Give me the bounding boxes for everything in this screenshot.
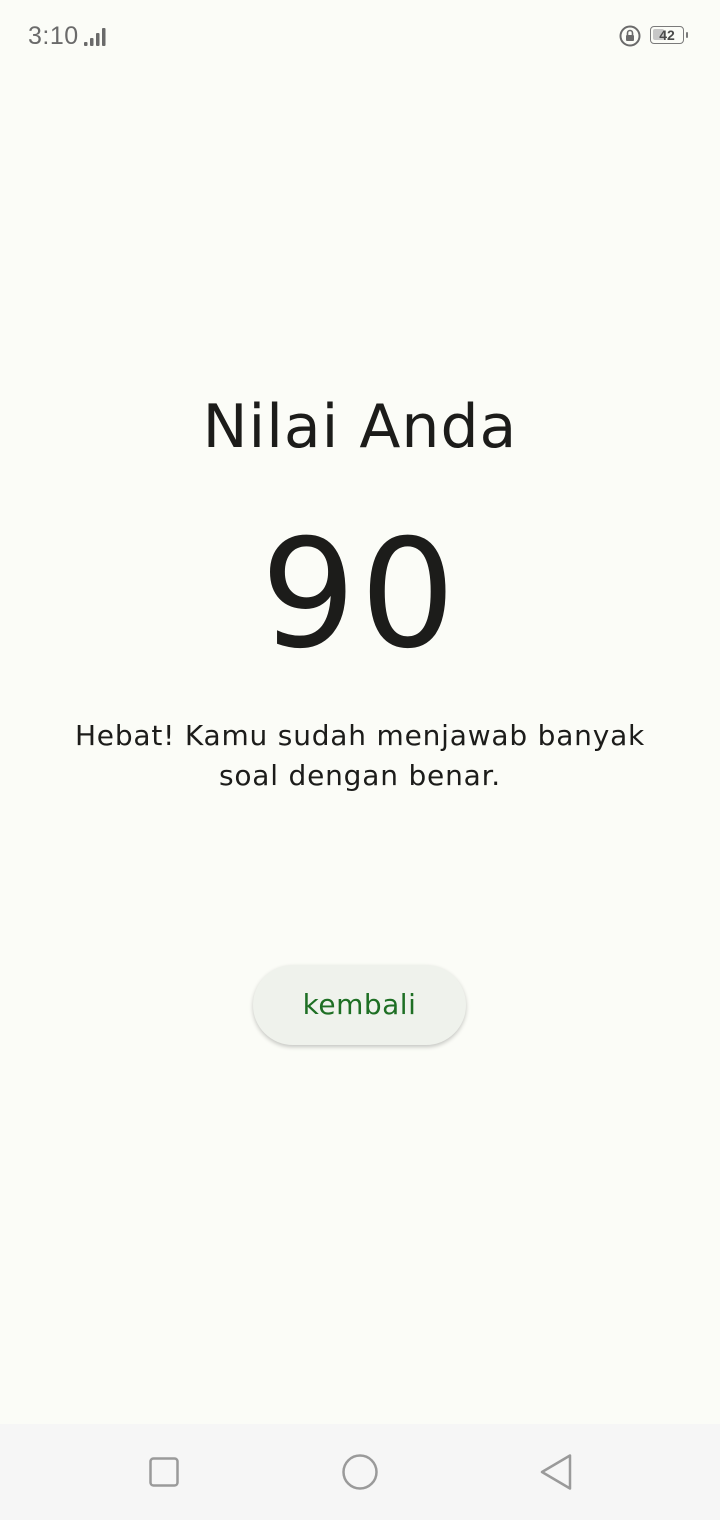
battery-indicator: 42 — [650, 26, 690, 46]
status-time: 3:10 — [28, 22, 79, 50]
navigation-bar — [0, 1424, 720, 1520]
battery-level-text: 42 — [659, 27, 675, 43]
battery-tip — [686, 32, 688, 38]
square-recents-icon[interactable] — [149, 1457, 179, 1487]
result-message: Hebat! Kamu sudah menjawab banyak soal d… — [74, 719, 646, 792]
score-value: 90 — [260, 508, 460, 682]
triangle-back-icon[interactable] — [539, 1453, 573, 1491]
result-title: Nilai Anda — [202, 392, 518, 462]
rotation-lock-icon — [619, 25, 641, 47]
back-button[interactable]: kembali — [253, 965, 466, 1045]
circle-home-icon[interactable] — [341, 1453, 379, 1491]
status-bar: 3:10 42 — [0, 0, 720, 74]
signal-bars-icon — [84, 28, 106, 46]
